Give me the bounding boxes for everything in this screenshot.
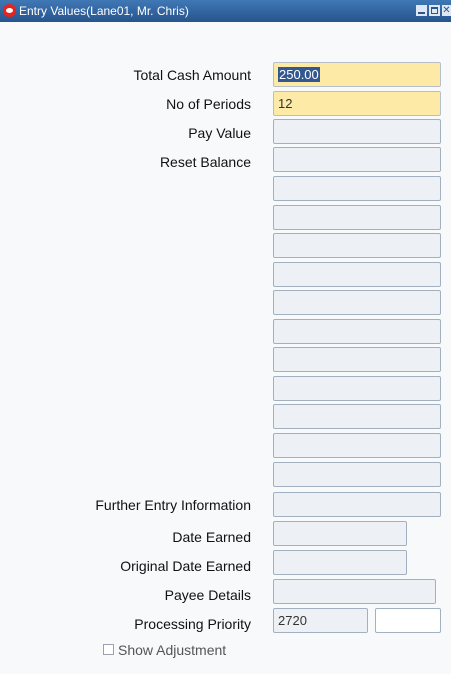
title-bar[interactable]: Entry Values(Lane01, Mr. Chris) ✕ [0,0,451,22]
further-entry-information-field[interactable] [273,492,441,517]
processing-priority-label: Processing Priority [134,616,251,632]
empty-entry-field[interactable] [273,433,441,458]
reset-balance-label: Reset Balance [159,154,251,170]
date-earned-field[interactable] [273,521,407,546]
show-adjustment-label[interactable]: Show Adjustment [118,642,226,658]
empty-entry-field[interactable] [273,319,441,344]
pay-value-label: Pay Value [188,125,251,141]
window-title: Entry Values(Lane01, Mr. Chris) [19,4,189,18]
total-cash-amount-label: Total Cash Amount [133,67,251,83]
close-icon[interactable]: ✕ [442,5,451,16]
reset-balance-field[interactable] [273,147,441,172]
pay-value-field[interactable] [273,119,441,144]
total-cash-amount-field[interactable]: 250.00 [273,62,441,87]
total-cash-amount-value: 250.00 [278,67,320,82]
maximize-icon[interactable] [429,5,440,16]
empty-entry-field[interactable] [273,176,441,201]
date-earned-label: Date Earned [172,529,251,545]
oracle-logo-icon [3,4,16,17]
empty-entry-field[interactable] [273,462,441,487]
processing-priority-value: 2720 [278,613,307,628]
processing-priority-field[interactable]: 2720 [273,608,368,633]
original-date-earned-field[interactable] [273,550,407,575]
no-of-periods-label: No of Periods [166,96,251,112]
payee-details-field[interactable] [273,579,436,604]
empty-entry-field[interactable] [273,233,441,258]
further-entry-information-label: Further Entry Information [95,497,251,513]
show-adjustment-checkbox[interactable] [103,644,114,655]
payee-details-label: Payee Details [164,587,251,603]
empty-entry-field[interactable] [273,404,441,429]
empty-entry-field[interactable] [273,262,441,287]
original-date-earned-label: Original Date Earned [120,558,251,574]
empty-entry-field[interactable] [273,347,441,372]
empty-entry-field[interactable] [273,376,441,401]
empty-entry-field[interactable] [273,205,441,230]
no-of-periods-value: 12 [278,96,293,111]
processing-priority-extra-field[interactable] [375,608,441,633]
entry-values-window: Entry Values(Lane01, Mr. Chris) ✕ Total … [0,0,451,674]
minimize-icon[interactable] [416,5,427,16]
no-of-periods-field[interactable]: 12 [273,91,441,116]
empty-entry-field[interactable] [273,290,441,315]
